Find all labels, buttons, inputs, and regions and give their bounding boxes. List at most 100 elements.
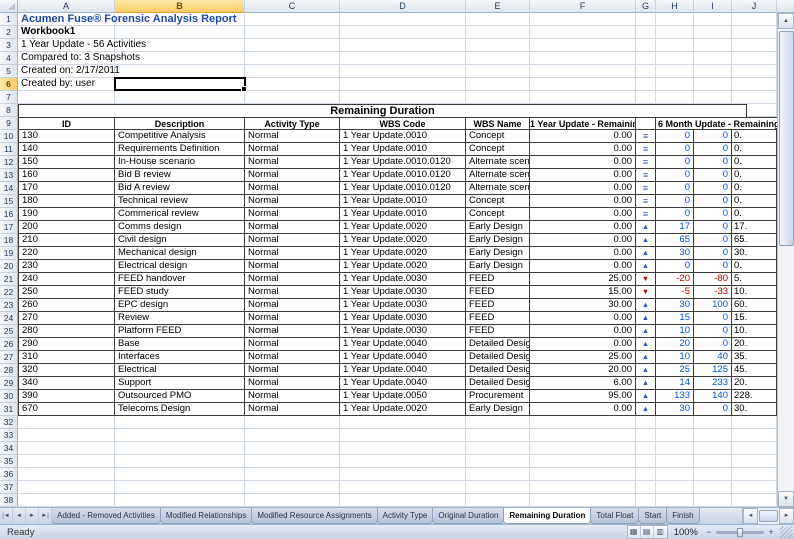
cell[interactable] [466,39,530,52]
trend-up-icon[interactable]: ▲ [636,247,656,260]
table-cell-year-update[interactable]: 0.00 [530,247,636,260]
trend-up-icon[interactable]: ▲ [636,325,656,338]
select-all-button[interactable] [0,0,18,13]
cell[interactable] [732,442,777,455]
table-cell-year-update[interactable]: 0.00 [530,260,636,273]
cell[interactable]: Workbook1 [18,26,115,39]
cell[interactable] [694,442,732,455]
table-cell-year-update[interactable]: 0.00 [530,195,636,208]
table-cell-six-month[interactable]: 20. [732,377,777,390]
table-cell-change[interactable]: 0 [656,260,694,273]
cell[interactable] [18,416,115,429]
table-cell-wbs-name[interactable]: FEED [466,312,530,325]
table-cell-change[interactable]: 10 [656,325,694,338]
table-cell-wbs-name[interactable]: Early Design [466,247,530,260]
trend-up-icon[interactable]: ▲ [636,221,656,234]
cell[interactable] [466,416,530,429]
table-cell-activity-type[interactable]: Normal [245,286,340,299]
row-header-22[interactable]: 22 [0,286,18,299]
cell[interactable] [530,13,636,26]
cell[interactable] [732,429,777,442]
sheet-tab-modified-relationships[interactable]: Modified Relationships [160,508,253,524]
table-cell-description[interactable]: Outsourced PMO [115,390,245,403]
cell[interactable] [530,442,636,455]
cell[interactable] [656,455,694,468]
cell[interactable] [245,468,340,481]
table-cell-activity-type[interactable]: Normal [245,130,340,143]
cell[interactable] [340,78,466,91]
table-cell-wbs-code[interactable]: 1 Year Update.0030 [340,325,466,338]
cell[interactable] [732,481,777,494]
table-cell-six-month[interactable]: 15. [732,312,777,325]
table-cell-id[interactable]: 170 [18,182,115,195]
column-header-a[interactable]: A [18,0,115,13]
table-header-id[interactable]: ID [18,117,115,130]
sheet-tab-remaining-duration[interactable]: Remaining Duration [503,508,591,524]
table-cell-pct[interactable]: 0 [694,312,732,325]
table-cell-change[interactable]: 30 [656,403,694,416]
cell[interactable] [466,494,530,507]
table-cell-pct[interactable]: -33 [694,286,732,299]
zoom-slider-thumb[interactable] [737,528,743,537]
cell[interactable] [340,416,466,429]
cell[interactable] [115,455,245,468]
table-cell-description[interactable]: Technical review [115,195,245,208]
cell[interactable] [245,429,340,442]
table-cell-activity-type[interactable]: Normal [245,351,340,364]
cell[interactable] [694,13,732,26]
row-header-28[interactable]: 28 [0,364,18,377]
trend-up-icon[interactable]: ▲ [636,260,656,273]
column-header-e[interactable]: E [466,0,530,13]
table-cell-wbs-code[interactable]: 1 Year Update.0020 [340,260,466,273]
table-cell-description[interactable]: Commerical review [115,208,245,221]
table-cell-six-month[interactable]: 228. [732,390,777,403]
table-cell-six-month[interactable]: 0. [732,208,777,221]
cell[interactable]: 1 Year Update - 56 Activities [18,39,115,52]
table-cell-wbs-code[interactable]: 1 Year Update.0030 [340,312,466,325]
cell[interactable] [340,455,466,468]
table-cell-id[interactable]: 130 [18,130,115,143]
cell[interactable] [694,26,732,39]
table-cell-wbs-name[interactable]: FEED [466,299,530,312]
table-cell-activity-type[interactable]: Normal [245,143,340,156]
table-cell-description[interactable]: Review [115,312,245,325]
table-cell-six-month[interactable]: 0. [732,169,777,182]
row-header-36[interactable]: 36 [0,468,18,481]
table-cell-activity-type[interactable]: Normal [245,377,340,390]
normal-view-icon[interactable]: ▦ [628,526,641,538]
horizontal-scrollbar-thumb[interactable] [759,510,778,522]
table-cell-activity-type[interactable]: Normal [245,260,340,273]
scroll-down-icon[interactable]: ▼ [778,491,794,507]
table-cell-wbs-name[interactable]: Alternate scenario [466,182,530,195]
table-cell-change[interactable]: 14 [656,377,694,390]
cell[interactable] [340,39,466,52]
table-title-cell[interactable]: Remaining Duration [18,104,747,117]
table-cell-pct[interactable]: 100 [694,299,732,312]
table-cell-pct[interactable]: 0 [694,338,732,351]
table-header-wbs-code[interactable]: WBS Code [340,117,466,130]
row-header-13[interactable]: 13 [0,169,18,182]
cell[interactable] [732,65,777,78]
cell[interactable] [115,494,245,507]
table-cell-year-update[interactable]: 0.00 [530,169,636,182]
cell[interactable] [656,481,694,494]
table-cell-wbs-name[interactable]: Detailed Design [466,377,530,390]
table-cell-activity-type[interactable]: Normal [245,156,340,169]
cell[interactable] [245,52,340,65]
cell[interactable] [115,91,245,104]
resize-grip[interactable] [780,526,793,539]
trend-flat-icon[interactable]: ≡ [636,208,656,221]
table-cell-change[interactable]: 17 [656,221,694,234]
row-header-23[interactable]: 23 [0,299,18,312]
table-cell-activity-type[interactable]: Normal [245,221,340,234]
row-header-34[interactable]: 34 [0,442,18,455]
row-header-32[interactable]: 32 [0,416,18,429]
cell[interactable] [245,13,340,26]
table-cell-six-month[interactable]: 0. [732,182,777,195]
table-cell-wbs-name[interactable]: FEED [466,286,530,299]
cell[interactable] [466,481,530,494]
table-cell-change[interactable]: -20 [656,273,694,286]
cell[interactable] [245,455,340,468]
cell[interactable]: Created on: 2/17/2011 [18,65,115,78]
cell[interactable] [245,494,340,507]
